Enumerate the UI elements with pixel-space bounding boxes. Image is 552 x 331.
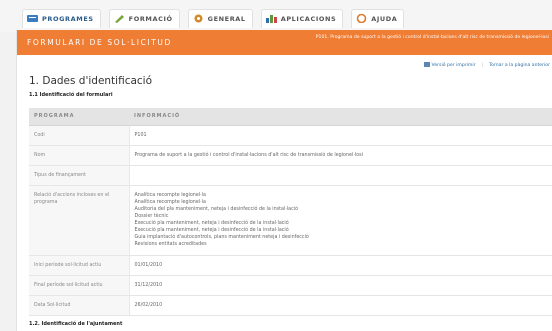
row-value: Programa de suport a la gestió i control…	[129, 145, 552, 166]
page-title: 1. Dades d'identificació	[29, 75, 153, 87]
row-label: Inici període sol·licitud actiu	[29, 255, 130, 276]
table-row: Data Sol·licitud 26/02/2010	[29, 295, 552, 316]
section-heading: 1.2. Identificació de l'ajuntament	[29, 321, 123, 327]
section-heading: 1.1 Identificació del formulari	[29, 92, 113, 98]
tab-aplicacions[interactable]: APLICACIONS	[260, 9, 344, 28]
printer-icon	[423, 62, 430, 67]
table-row: Tipus de finançament	[29, 165, 552, 186]
tab-label: GENERAL	[207, 14, 246, 23]
print-label: Versió per imprimir	[431, 63, 476, 68]
form-banner: FORMULARI DE SOL·LICITUD P101. Programa …	[17, 30, 552, 55]
tab-programes[interactable]: PROGRAMES	[22, 9, 101, 28]
row-value-multiline: Analítica recompte legionel·la Analítica…	[129, 185, 552, 256]
print-link[interactable]: Versió per imprimir	[423, 62, 476, 68]
programs-icon	[27, 15, 38, 22]
row-value: 26/02/2010	[129, 295, 552, 316]
table-row: Codi P101	[29, 125, 552, 146]
tab-label: APLICACIONS	[280, 14, 337, 23]
row-label: Codi	[29, 125, 130, 146]
table-row: Relació d'accions incloses en el program…	[29, 185, 552, 256]
tab-ajuda[interactable]: AJUDA	[351, 9, 405, 28]
pencil-icon	[114, 15, 124, 23]
back-link[interactable]: Tornar a la pàgina anterior	[489, 63, 550, 68]
row-label: Tipus de finançament	[29, 165, 130, 186]
row-label: Data Sol·licitud	[29, 295, 130, 316]
page-actions: Versió per imprimir | Tornar a la pàgina…	[423, 62, 550, 68]
tab-label: PROGRAMES	[42, 14, 94, 23]
tab-label: FORMACIÓ	[128, 14, 173, 23]
tab-general[interactable]: GENERAL	[187, 9, 253, 28]
column-header: PROGRAMA	[29, 108, 129, 126]
table-row: Nom Programa de suport a la gestió i con…	[29, 145, 552, 166]
general-icon	[194, 14, 203, 23]
row-label: Final període sol·licitud actiu	[29, 275, 130, 296]
table-row: Final període sol·licitud actiu 31/12/20…	[29, 275, 552, 296]
program-title: P101. Programa de suport a la gestió i c…	[315, 35, 549, 40]
main-panel: FORMULARI DE SOL·LICITUD P101. Programa …	[16, 30, 552, 331]
form-info-table: PROGRAMA INFORMACIÓ Codi P101 Nom Progra…	[29, 108, 552, 316]
table-row: Inici període sol·licitud actiu 01/01/20…	[29, 255, 552, 276]
row-value: P101	[129, 125, 552, 146]
apps-icon	[265, 15, 277, 23]
tab-label: AJUDA	[371, 14, 398, 23]
row-value: 01/01/2010	[129, 255, 552, 276]
tab-formacio[interactable]: FORMACIÓ	[108, 9, 180, 28]
help-icon	[356, 14, 367, 23]
row-value	[129, 165, 552, 186]
column-header: INFORMACIÓ	[129, 108, 552, 126]
banner-title: FORMULARI DE SOL·LICITUD	[27, 38, 172, 47]
tab-bar: PROGRAMES FORMACIÓ GENERAL APLICACIONS A…	[22, 9, 405, 28]
separator: |	[481, 62, 484, 68]
row-label: Nom	[29, 145, 130, 166]
top-navigation: PROGRAMES FORMACIÓ GENERAL APLICACIONS A…	[0, 0, 552, 32]
table-header-row: PROGRAMA INFORMACIÓ	[29, 108, 552, 126]
row-value: 31/12/2010	[129, 275, 552, 296]
row-label: Relació d'accions incloses en el program…	[29, 185, 130, 256]
